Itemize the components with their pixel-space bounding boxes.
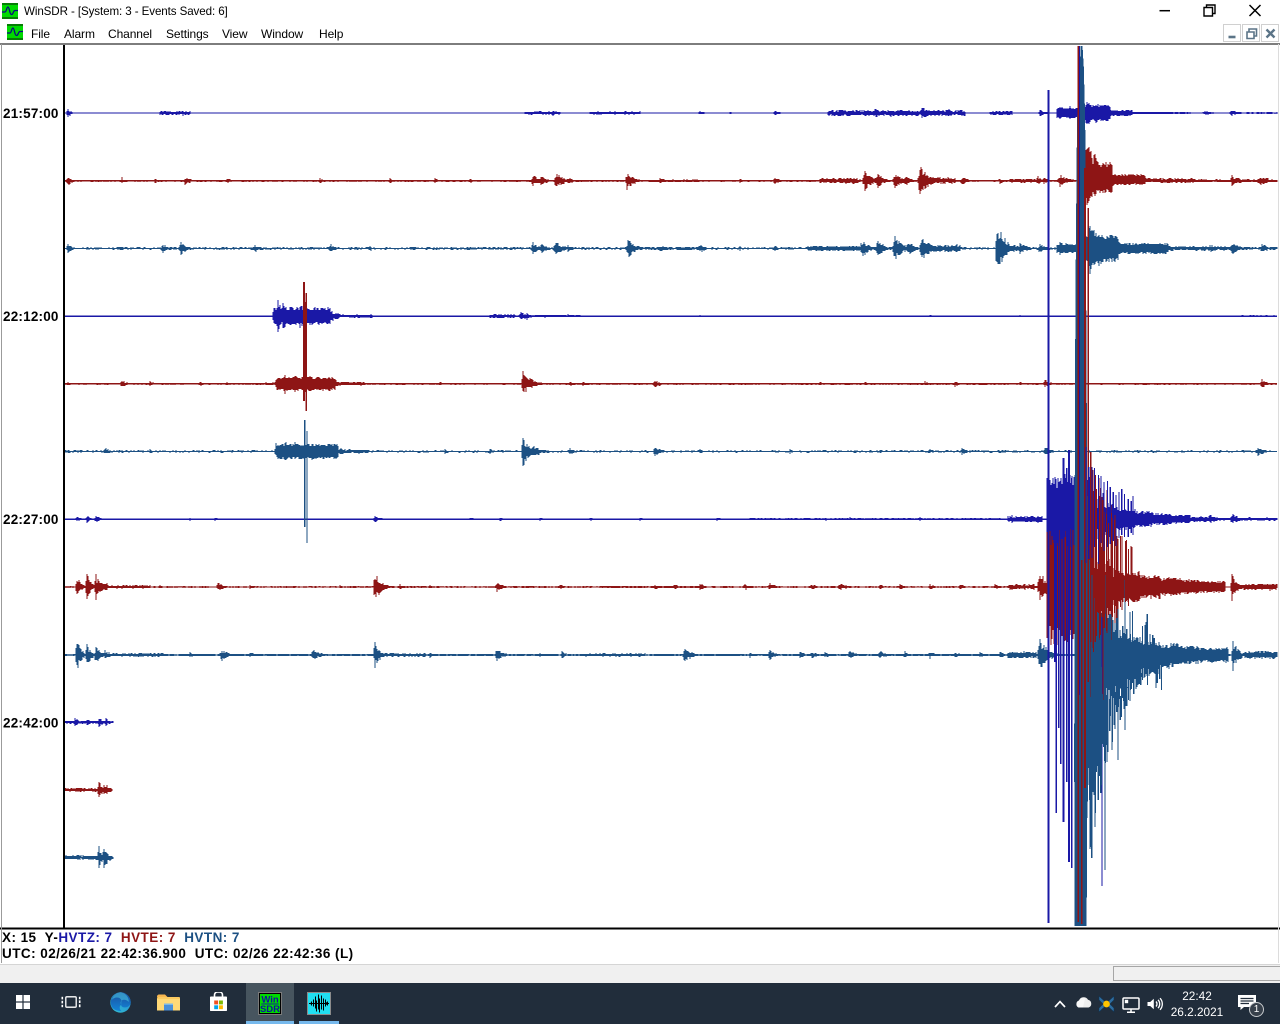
svg-text:22:12:00: 22:12:00 xyxy=(3,309,59,324)
svg-text:22:27:00: 22:27:00 xyxy=(3,512,59,527)
svg-text:21:57:00: 21:57:00 xyxy=(3,106,59,121)
svg-text:22:42:00: 22:42:00 xyxy=(3,715,59,730)
svg-text:SDR: SDR xyxy=(260,1004,280,1015)
